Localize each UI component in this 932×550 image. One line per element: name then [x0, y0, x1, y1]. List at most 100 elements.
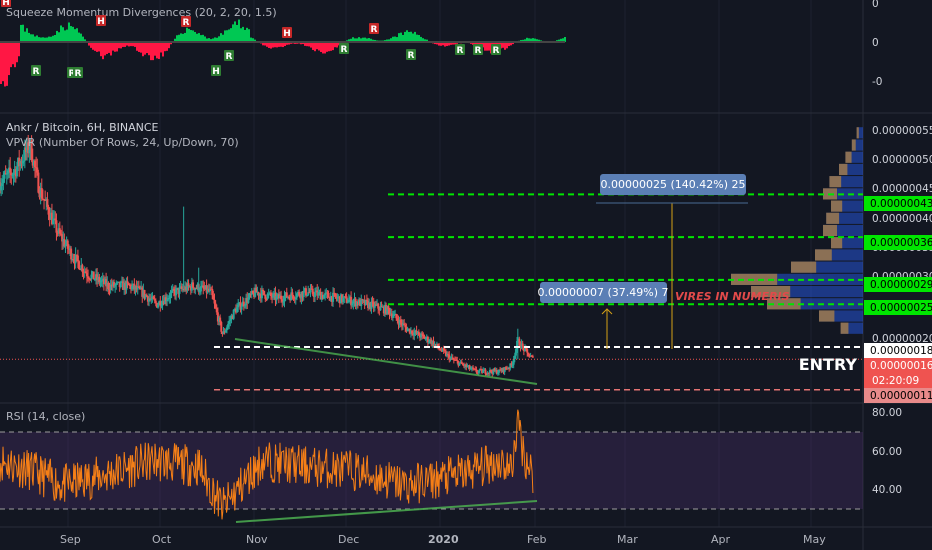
squeeze-bar — [66, 29, 68, 42]
squeeze-bar — [28, 32, 30, 42]
squeeze-bar — [12, 42, 14, 65]
squeeze-bar — [194, 31, 196, 42]
squeeze-bar — [76, 28, 78, 42]
squeeze-bar — [418, 35, 420, 42]
rsi-tick: 60.00 — [872, 446, 902, 458]
time-tick: 2020 — [428, 533, 459, 546]
candle-body — [78, 261, 81, 270]
squeeze-bar — [8, 42, 10, 76]
squeeze-bar — [238, 19, 240, 42]
squeeze-bar — [398, 33, 400, 42]
squeeze-bar — [332, 42, 334, 51]
squeeze-bar — [404, 31, 406, 42]
squeeze-bar — [24, 31, 26, 42]
price-tick: 0.00000050 — [872, 154, 932, 166]
squeeze-bar — [20, 24, 22, 42]
squeeze-bar — [4, 42, 6, 87]
level-badge-text: 0.00000011 — [870, 390, 932, 402]
vpvr-bar-up — [831, 200, 843, 212]
candle-body — [526, 349, 529, 353]
time-tick: May — [803, 533, 826, 546]
squeeze-marker-label: R — [475, 46, 482, 56]
rsi-tick: 80.00 — [872, 407, 902, 419]
squeeze-bar — [180, 33, 182, 42]
squeeze-bar — [94, 42, 96, 51]
squeeze-bar — [248, 29, 250, 42]
level-badge-text: 0.00000036 — [870, 237, 932, 249]
squeeze-bar — [200, 35, 202, 42]
countdown-text: 02:20:09 — [872, 375, 919, 387]
vpvr-bar-up — [826, 212, 840, 224]
vpvr-bar-up — [839, 163, 848, 176]
squeeze-bar — [162, 42, 164, 57]
chart-canvas[interactable]: Squeeze Momentum Divergences (20, 2, 20,… — [0, 0, 932, 550]
squeeze-bar — [160, 42, 162, 53]
squeeze-tick: 0 — [872, 0, 879, 10]
squeeze-bar — [228, 29, 230, 42]
time-tick: Sep — [60, 533, 81, 546]
squeeze-bar — [10, 42, 12, 68]
squeeze-bar — [326, 42, 328, 52]
squeeze-bar — [102, 42, 104, 60]
vpvr-bar-up — [829, 176, 842, 188]
measure-big-label: 0.00000025 (140.42%) 25 — [601, 178, 746, 191]
squeeze-bar — [314, 42, 316, 52]
squeeze-tick: 0 — [872, 37, 879, 49]
squeeze-bar — [22, 24, 24, 42]
vpvr-bar-up — [819, 310, 835, 322]
squeeze-bar — [166, 42, 168, 51]
time-tick: Oct — [152, 533, 172, 546]
chart-root: Squeeze Momentum Divergences (20, 2, 20,… — [0, 0, 932, 550]
squeeze-bar — [116, 42, 118, 52]
squeeze-bar — [182, 33, 184, 42]
squeeze-bar — [60, 25, 62, 42]
candle-body — [220, 322, 223, 332]
squeeze-bar — [68, 22, 70, 42]
vpvr-bar-up — [840, 322, 849, 334]
squeeze-bar — [56, 30, 58, 42]
vpvr-bar-up — [815, 249, 832, 261]
squeeze-bar — [192, 30, 194, 42]
squeeze-bar — [158, 42, 160, 59]
squeeze-bar — [184, 32, 186, 42]
level-badge-text: 0.00000018 — [870, 345, 932, 357]
squeeze-bar — [328, 42, 330, 52]
squeeze-bar — [164, 42, 166, 52]
squeeze-bar — [234, 21, 236, 42]
vpvr-bar-up — [831, 237, 843, 249]
candle-body — [157, 304, 160, 308]
squeeze-bar — [414, 31, 416, 42]
squeeze-bar — [178, 34, 180, 42]
vpvr-bar-up — [856, 127, 859, 139]
squeeze-bar — [152, 42, 154, 61]
rsi-tick: 40.00 — [872, 484, 902, 496]
squeeze-bar — [18, 42, 20, 57]
squeeze-bar — [484, 42, 486, 51]
squeeze-bar — [226, 30, 228, 42]
squeeze-marker-label: R — [493, 46, 500, 56]
time-tick: Feb — [527, 533, 546, 546]
squeeze-bar — [186, 27, 188, 42]
squeeze-bar — [318, 42, 320, 51]
squeeze-marker-label: R — [75, 69, 82, 79]
main-title: Ankr / Bitcoin, 6H, BINANCE — [6, 121, 159, 134]
squeeze-bar — [30, 34, 32, 42]
squeeze-bar — [148, 42, 150, 56]
squeeze-tick: -0 — [872, 76, 882, 88]
squeeze-bar — [142, 42, 144, 57]
vpvr-bar-up — [791, 261, 817, 273]
squeeze-bar — [316, 42, 318, 50]
squeeze-bar — [0, 42, 2, 85]
candle-body — [92, 271, 95, 280]
squeeze-bar — [156, 42, 158, 59]
squeeze-marker-label: R — [183, 18, 190, 28]
squeeze-bar — [114, 42, 116, 52]
squeeze-bar — [58, 32, 60, 42]
price-tick: 0.00000040 — [872, 213, 932, 225]
squeeze-bar — [146, 42, 148, 54]
squeeze-bar — [504, 42, 506, 50]
candle-body — [313, 292, 316, 297]
squeeze-marker-label: R — [371, 25, 378, 35]
squeeze-bar — [112, 42, 114, 51]
squeeze-bar — [232, 24, 234, 42]
